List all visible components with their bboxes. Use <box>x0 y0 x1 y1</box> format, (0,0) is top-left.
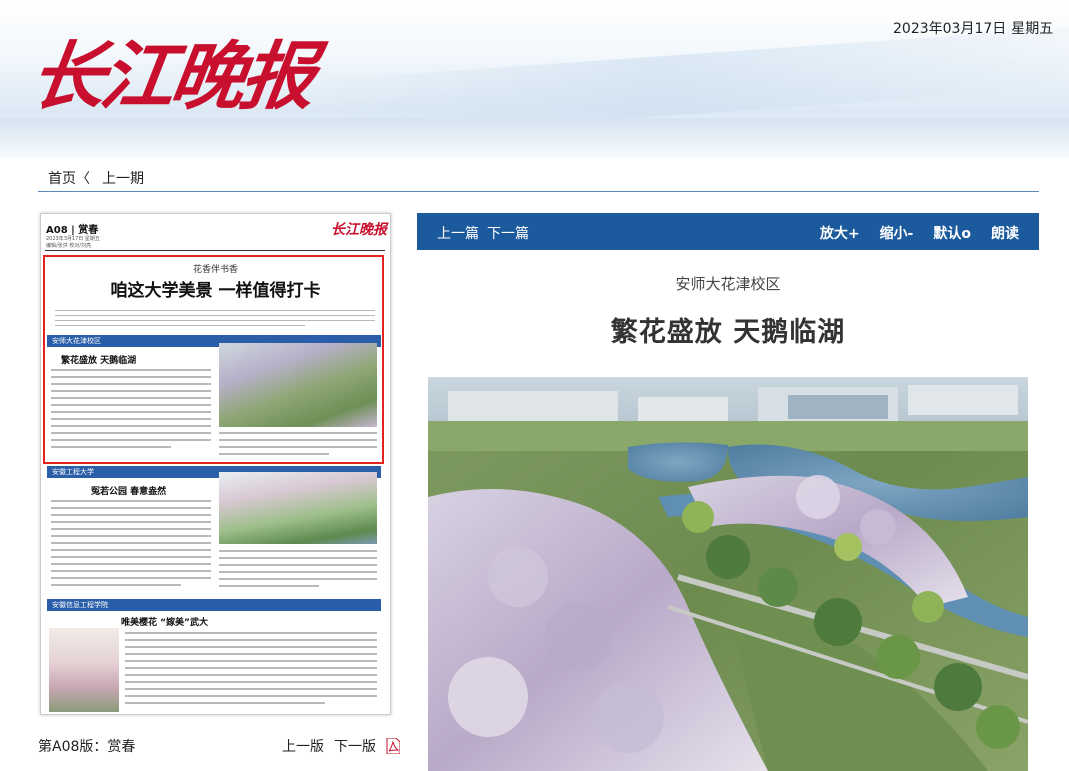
article-title: 繁花盛放 天鹅临湖 <box>610 317 846 348</box>
page-pager: 上一版 下一版 <box>282 736 401 756</box>
text-line <box>125 646 377 648</box>
date-text: 2023年03月17日 <box>893 21 1007 37</box>
photo-image <box>428 377 1028 771</box>
thumb-photo-cherry <box>49 628 119 712</box>
page-name: 第A08版：赏春 <box>38 739 136 755</box>
home-chevron-icon: 〈 <box>76 171 90 187</box>
text-line <box>125 653 377 655</box>
text-line <box>51 514 211 516</box>
zoom-out-button[interactable]: 缩小- <box>880 226 914 242</box>
thumb-photo-park <box>219 472 377 544</box>
text-line <box>125 681 377 683</box>
text-line <box>51 507 211 509</box>
read-aloud-button[interactable]: 朗读 <box>991 226 1019 242</box>
text-line <box>51 570 211 572</box>
masthead-banner: 长江晚报 2023年03月17日 星期五 <box>0 0 1069 158</box>
text-line <box>125 674 377 676</box>
home-link[interactable]: 首页 <box>48 171 76 187</box>
text-line <box>125 667 377 669</box>
text-line <box>51 521 211 523</box>
text-line <box>51 528 211 530</box>
text-line <box>219 571 377 573</box>
thumb-logo: 长江晚报 <box>331 222 387 238</box>
text-line <box>51 563 211 565</box>
next-page-link[interactable]: 下一版 <box>334 739 376 755</box>
default-size-button[interactable]: 默认o <box>933 226 971 242</box>
selected-article-highlight[interactable] <box>43 255 384 464</box>
weekday-text: 星期五 <box>1011 21 1054 37</box>
text-line <box>219 550 377 552</box>
thumb-editor-line: 编辑/张洪 校对/刘亮 <box>46 243 91 249</box>
text-line <box>125 688 377 690</box>
prev-page-link[interactable]: 上一版 <box>282 739 324 755</box>
text-line <box>125 660 377 662</box>
zoom-in-button[interactable]: 放大+ <box>820 226 860 242</box>
article-toolbar: 上一篇 下一篇 放大+ 缩小- 默认o 朗读 <box>417 213 1039 250</box>
text-line <box>51 500 211 502</box>
text-line <box>125 695 377 697</box>
banner-decoration <box>0 118 1069 158</box>
thumb-rule <box>45 250 385 251</box>
issue-date: 2023年03月17日 星期五 <box>893 18 1058 38</box>
thumb-date-line: 2023年3月17日 星期五 <box>46 236 100 242</box>
svg-text:长江晚报: 长江晚报 <box>38 32 331 120</box>
text-line <box>125 702 325 704</box>
thumb-article-title: 冤若公园 春意盎然 <box>91 487 167 497</box>
text-line <box>219 557 377 559</box>
thumb-article-title: 唯美樱花 “嫁美”武大 <box>121 618 208 628</box>
top-navigation: 首页〈 上一期 <box>48 168 144 188</box>
text-line <box>219 585 319 587</box>
nav-divider <box>38 191 1039 192</box>
text-line <box>51 556 211 558</box>
text-line <box>51 577 211 579</box>
text-line <box>219 564 377 566</box>
text-line <box>51 535 211 537</box>
prev-article-button[interactable]: 上一篇 <box>437 226 479 242</box>
article-subheading: 安师大花津校区 <box>675 275 781 293</box>
prev-issue-link[interactable]: 上一期 <box>102 171 144 187</box>
page-thumbnail[interactable]: A08 | 赏春 2023年3月17日 星期五 编辑/张洪 校对/刘亮 长江晚报… <box>40 213 391 715</box>
text-line <box>219 578 377 580</box>
text-line <box>51 542 211 544</box>
thumb-section-bar: 安徽信息工程学院 <box>47 599 381 611</box>
text-line <box>51 549 211 551</box>
text-line <box>51 584 181 586</box>
newspaper-logo: 长江晚报 <box>38 32 331 120</box>
text-line <box>125 639 377 641</box>
thumb-section-label: 安徽信息工程学院 <box>52 601 108 609</box>
text-line <box>125 632 377 634</box>
pdf-icon[interactable] <box>386 738 401 754</box>
thumb-page-header: A08 | 赏春 <box>46 225 99 236</box>
next-article-button[interactable]: 下一篇 <box>487 226 529 242</box>
